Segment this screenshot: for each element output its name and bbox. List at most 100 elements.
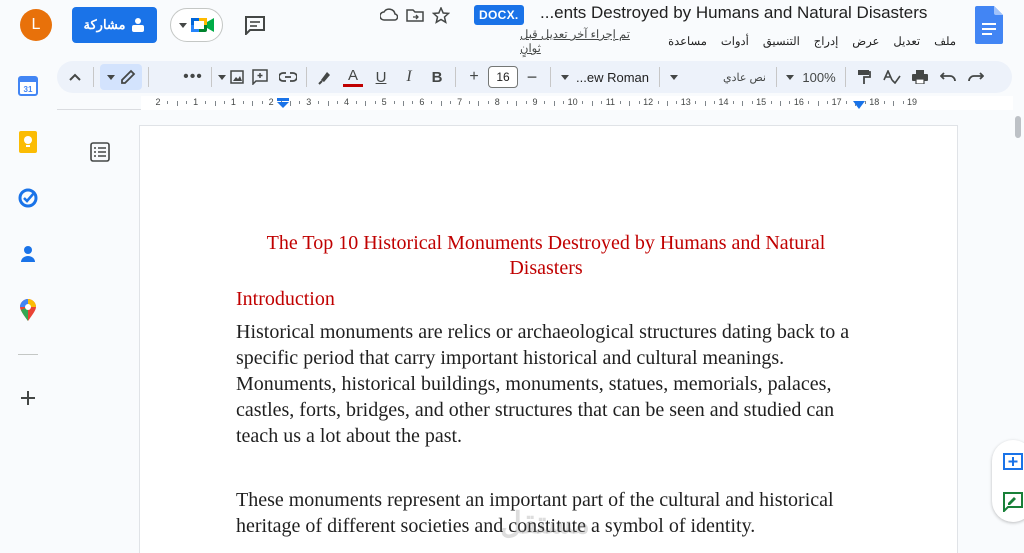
vertical-scrollbar[interactable] bbox=[1012, 111, 1024, 553]
ruler-tick bbox=[167, 101, 169, 104]
google-docs-window: L مشاركة DOCX. ...ents Destroyed by Huma… bbox=[0, 0, 1024, 553]
calendar-icon[interactable]: 31 bbox=[16, 74, 40, 98]
hide-menus-icon[interactable] bbox=[63, 64, 87, 90]
ruler-tick bbox=[629, 101, 631, 106]
document-outline-icon[interactable] bbox=[89, 141, 111, 163]
insert-image-icon bbox=[230, 70, 244, 84]
print-icon[interactable] bbox=[908, 64, 932, 90]
insert-link-icon[interactable] bbox=[276, 64, 300, 90]
redo-icon[interactable] bbox=[964, 64, 988, 90]
underline-icon[interactable]: U bbox=[369, 64, 393, 90]
toolbar-divider bbox=[550, 67, 551, 87]
ruler-number: 9 bbox=[532, 97, 538, 107]
spellcheck-icon[interactable] bbox=[880, 64, 904, 90]
image-options-button[interactable] bbox=[218, 64, 244, 90]
ruler-tick bbox=[478, 101, 480, 106]
ruler-tick bbox=[299, 101, 301, 104]
ruler-number: 2 bbox=[155, 97, 161, 107]
keep-icon[interactable] bbox=[16, 130, 40, 154]
zoom-value: 100% bbox=[802, 69, 836, 85]
add-addon-icon[interactable] bbox=[16, 386, 40, 410]
right-indent-marker-icon[interactable] bbox=[853, 101, 865, 109]
editing-mode-button[interactable] bbox=[100, 64, 142, 90]
italic-icon[interactable]: I bbox=[397, 64, 421, 90]
contacts-icon[interactable] bbox=[16, 242, 40, 266]
ruler-tick bbox=[214, 101, 216, 106]
star-icon[interactable] bbox=[432, 6, 450, 24]
ruler-tick bbox=[893, 101, 895, 106]
ruler-tick bbox=[337, 101, 339, 104]
document-page[interactable]: The Top 10 Historical Monuments Destroye… bbox=[140, 126, 957, 553]
ruler-number: 5 bbox=[381, 97, 387, 107]
account-avatar[interactable]: L bbox=[20, 9, 52, 41]
document-title[interactable]: ...ents Destroyed by Humans and Natural … bbox=[540, 3, 960, 23]
undo-icon[interactable] bbox=[936, 64, 960, 90]
comments-history-icon[interactable] bbox=[242, 12, 268, 38]
ruler-tick bbox=[742, 101, 744, 106]
ruler-tick bbox=[289, 101, 291, 106]
style-value: نص عادي bbox=[722, 71, 766, 84]
ruler-tick bbox=[176, 101, 178, 106]
ruler-tick bbox=[846, 101, 848, 104]
tasks-icon[interactable] bbox=[16, 186, 40, 210]
ruler-tick bbox=[412, 101, 414, 104]
pencil-icon bbox=[120, 69, 135, 84]
highlight-color-icon[interactable] bbox=[313, 64, 337, 90]
add-comment-icon[interactable] bbox=[248, 64, 272, 90]
text-color-button[interactable]: A bbox=[341, 64, 365, 90]
ruler-tick bbox=[365, 101, 367, 106]
document-heading[interactable]: The Top 10 Historical Monuments Destroye… bbox=[236, 231, 856, 281]
menu-insert[interactable]: إدراج bbox=[814, 34, 839, 48]
ruler-tick bbox=[600, 101, 602, 104]
decrease-font-size-icon[interactable]: − bbox=[520, 64, 544, 90]
menu-help[interactable]: مساعدة bbox=[668, 34, 707, 48]
ruler-tick bbox=[440, 101, 442, 106]
share-button[interactable]: مشاركة bbox=[72, 7, 157, 43]
ruler-number: 10 bbox=[567, 97, 578, 107]
increase-font-size-icon[interactable]: + bbox=[462, 64, 486, 90]
editing-toolbar: ••• A U I B + 16 − ...ew Roman نص عادي 1… bbox=[57, 61, 1012, 93]
ruler-tick bbox=[431, 101, 433, 104]
ruler-tick bbox=[242, 101, 244, 104]
ruler-tick bbox=[808, 101, 810, 104]
side-panel-rail: 31 bbox=[0, 58, 56, 553]
ruler-tick bbox=[544, 101, 546, 104]
meet-button[interactable] bbox=[170, 8, 223, 42]
menu-format[interactable]: التنسيق bbox=[763, 34, 800, 48]
text-color-icon: A bbox=[347, 66, 358, 84]
meet-icon bbox=[190, 18, 214, 32]
menu-tools[interactable]: أدوات bbox=[721, 34, 749, 48]
menu-edit[interactable]: تعديل bbox=[893, 34, 920, 48]
ruler-number: 4 bbox=[343, 97, 350, 107]
font-size-input[interactable]: 16 bbox=[488, 66, 518, 88]
ruler-number: 18 bbox=[869, 97, 880, 107]
bold-icon[interactable]: B bbox=[425, 64, 449, 90]
paint-format-icon[interactable] bbox=[852, 64, 876, 90]
menu-file[interactable]: ملف bbox=[934, 34, 956, 48]
horizontal-ruler[interactable]: 2 1 1 2 3 4 5 6 7 8 9 10 11 12 13 14 15 16 17 18 19 bbox=[57, 96, 1013, 110]
docs-logo-icon[interactable] bbox=[975, 6, 1003, 44]
ruler-number: 6 bbox=[419, 97, 425, 107]
move-folder-icon[interactable] bbox=[406, 8, 424, 22]
ruler-tick bbox=[261, 101, 263, 104]
paragraph-1[interactable]: Historical monuments are relics or archa… bbox=[236, 319, 866, 449]
menu-view[interactable]: عرض bbox=[852, 34, 879, 48]
title-actions bbox=[380, 5, 460, 25]
ruler-number: 3 bbox=[306, 97, 312, 107]
ruler-tick bbox=[582, 101, 584, 104]
left-indent-marker-icon[interactable] bbox=[277, 98, 289, 108]
scrollbar-thumb[interactable] bbox=[1015, 116, 1021, 138]
last-edit-link[interactable]: تم إجراء آخر تعديل قبل ثوانٍ bbox=[520, 27, 648, 55]
more-options-icon[interactable]: ••• bbox=[181, 64, 205, 90]
font-name-select[interactable]: ...ew Roman bbox=[557, 64, 653, 90]
ruler-tick bbox=[619, 101, 621, 104]
ruler-tick bbox=[638, 101, 640, 104]
ruler-number: 16 bbox=[793, 97, 804, 107]
lock-person-icon bbox=[132, 18, 145, 32]
zoom-select[interactable]: 100% bbox=[783, 64, 839, 90]
cloud-status-icon[interactable] bbox=[380, 8, 398, 22]
ruler-tick bbox=[695, 101, 697, 104]
style-select[interactable]: نص عادي bbox=[666, 64, 770, 90]
maps-icon[interactable] bbox=[16, 298, 40, 322]
section-heading-introduction[interactable]: Introduction bbox=[236, 288, 335, 311]
